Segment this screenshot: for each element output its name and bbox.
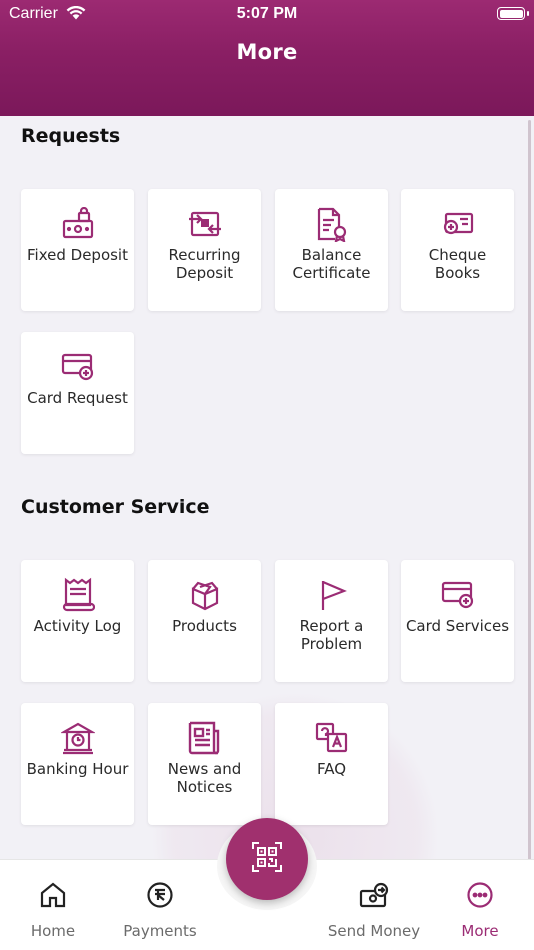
tile-label: Report a Problem [299,617,364,653]
card-request-icon [60,349,96,385]
tile-card-request[interactable]: Card Request [21,332,134,454]
home-icon [38,880,68,910]
tile-balance-certificate[interactable]: Balance Certificate [275,189,388,311]
tile-label: Activity Log [33,617,122,635]
tile-label: Cheque Books [428,246,487,282]
tile-label: Card Request [27,389,128,407]
status-bar: Carrier 5:07 PM [0,0,534,28]
card-services-icon [440,577,476,613]
tile-report-problem[interactable]: Report a Problem [275,560,388,682]
tab-payments[interactable]: Payments [110,860,210,950]
tile-label: Banking Hour [26,760,129,778]
newspaper-icon [187,720,223,756]
scroll-indicator[interactable] [528,120,531,860]
tile-label: Balance Certificate [292,246,371,282]
faq-icon [314,720,350,756]
tile-banking-hour[interactable]: Banking Hour [21,703,134,825]
more-icon [465,880,495,910]
tile-faq[interactable]: FAQ [275,703,388,825]
app-header: Carrier 5:07 PM More [0,0,534,116]
balance-certificate-icon [314,206,350,242]
flag-icon [314,577,350,613]
scan-qr-button[interactable] [226,818,308,900]
box-icon [187,577,223,613]
battery-icon [497,7,525,20]
tile-activity-log[interactable]: Activity Log [21,560,134,682]
tile-label: Card Services [405,617,510,635]
page-title: More [236,40,298,64]
tile-cheque-books[interactable]: Cheque Books [401,189,514,311]
tile-label: Fixed Deposit [27,246,128,264]
battery-tip [527,11,529,16]
recurring-deposit-icon [187,206,223,242]
tab-send-money[interactable]: Send Money [324,860,424,950]
status-time: 5:07 PM [236,5,298,22]
tile-card-services[interactable]: Card Services [401,560,514,682]
tab-more[interactable]: More [430,860,530,950]
tile-label: FAQ [316,760,347,778]
tile-recurring-deposit[interactable]: Recurring Deposit [148,189,261,311]
tile-news-notices[interactable]: News and Notices [148,703,261,825]
tile-label: Products [172,617,237,635]
section-title-requests: Requests [21,125,121,147]
tab-label: Payments [123,922,197,940]
qr-code-icon [251,841,283,877]
cheque-book-icon [440,206,476,242]
more-content[interactable]: Requests Fixed Deposit Recurring Deposit [0,116,534,859]
fixed-deposit-icon [60,206,96,242]
tile-fixed-deposit[interactable]: Fixed Deposit [21,189,134,311]
tab-label: Home [30,922,76,940]
tile-label: Recurring Deposit [168,246,241,282]
payments-icon [145,880,175,910]
section-title-customer-service: Customer Service [21,496,210,518]
bank-clock-icon [60,720,96,756]
tab-label: More [461,922,499,940]
activity-log-icon [60,577,96,613]
tile-products[interactable]: Products [148,560,261,682]
tab-label: Send Money [327,922,421,940]
tab-home[interactable]: Home [3,860,103,950]
send-money-icon [359,880,389,910]
tile-label: News and Notices [167,760,242,796]
